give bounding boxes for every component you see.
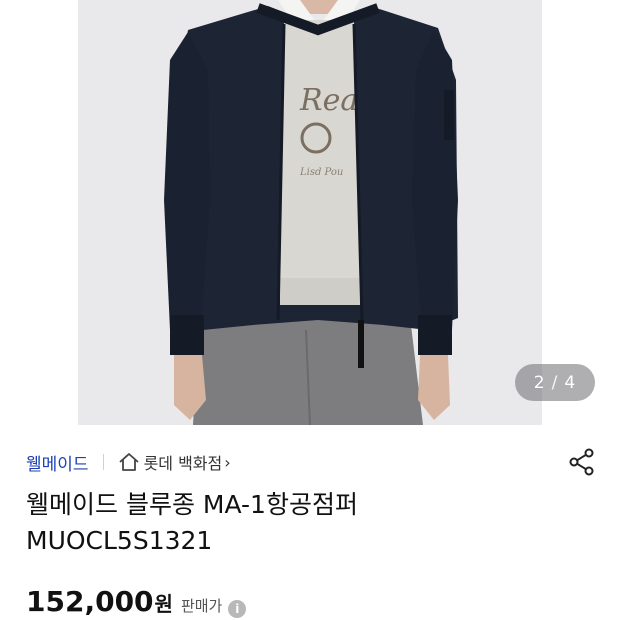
price-currency: 원: [154, 592, 173, 616]
gallery-page-indicator: 2 / 4: [515, 364, 595, 401]
product-title-line2: MUOCL5S1321: [26, 526, 213, 555]
product-title-line1: 웰메이드 블루종 MA-1항공점퍼: [26, 490, 358, 519]
gallery-total-pages: 4: [564, 372, 577, 393]
price-type-label: 판매가: [180, 597, 223, 615]
chevron-right-icon: ›: [224, 452, 231, 472]
svg-text:Lisd Pou: Lisd Pou: [299, 167, 343, 178]
info-icon[interactable]: i: [228, 600, 247, 618]
store-name: 롯데 백화점: [143, 454, 223, 473]
home-icon: [118, 453, 139, 471]
product-image-gallery[interactable]: Rea Lisd Pou 2 / 4: [0, 0, 620, 425]
brand-link[interactable]: 웰메이드: [26, 450, 89, 475]
store-link[interactable]: 롯데 백화점 ›: [118, 450, 231, 474]
gallery-page-separator: /: [551, 372, 559, 393]
share-button[interactable]: [567, 447, 597, 477]
gallery-current-page: 2: [533, 372, 546, 393]
price-value: 152,000: [26, 585, 154, 618]
price-row: 152,000 원 판매가 i: [26, 585, 247, 618]
product-info-section: 웰메이드 롯데 백화점 › 웰메이드 블루종 MA-1항공점퍼 MUOCL5S1…: [0, 425, 620, 620]
share-icon: [569, 448, 594, 476]
svg-text:Rea: Rea: [299, 83, 358, 118]
product-photo[interactable]: Rea Lisd Pou: [78, 0, 542, 425]
product-title: 웰메이드 블루종 MA-1항공점퍼 MUOCL5S1321: [26, 487, 546, 559]
brand-store-row: 웰메이드 롯데 백화점 ›: [26, 449, 231, 475]
brand-store-divider: [102, 454, 104, 470]
jacket-photo-illustration: Rea Lisd Pou: [78, 0, 542, 425]
